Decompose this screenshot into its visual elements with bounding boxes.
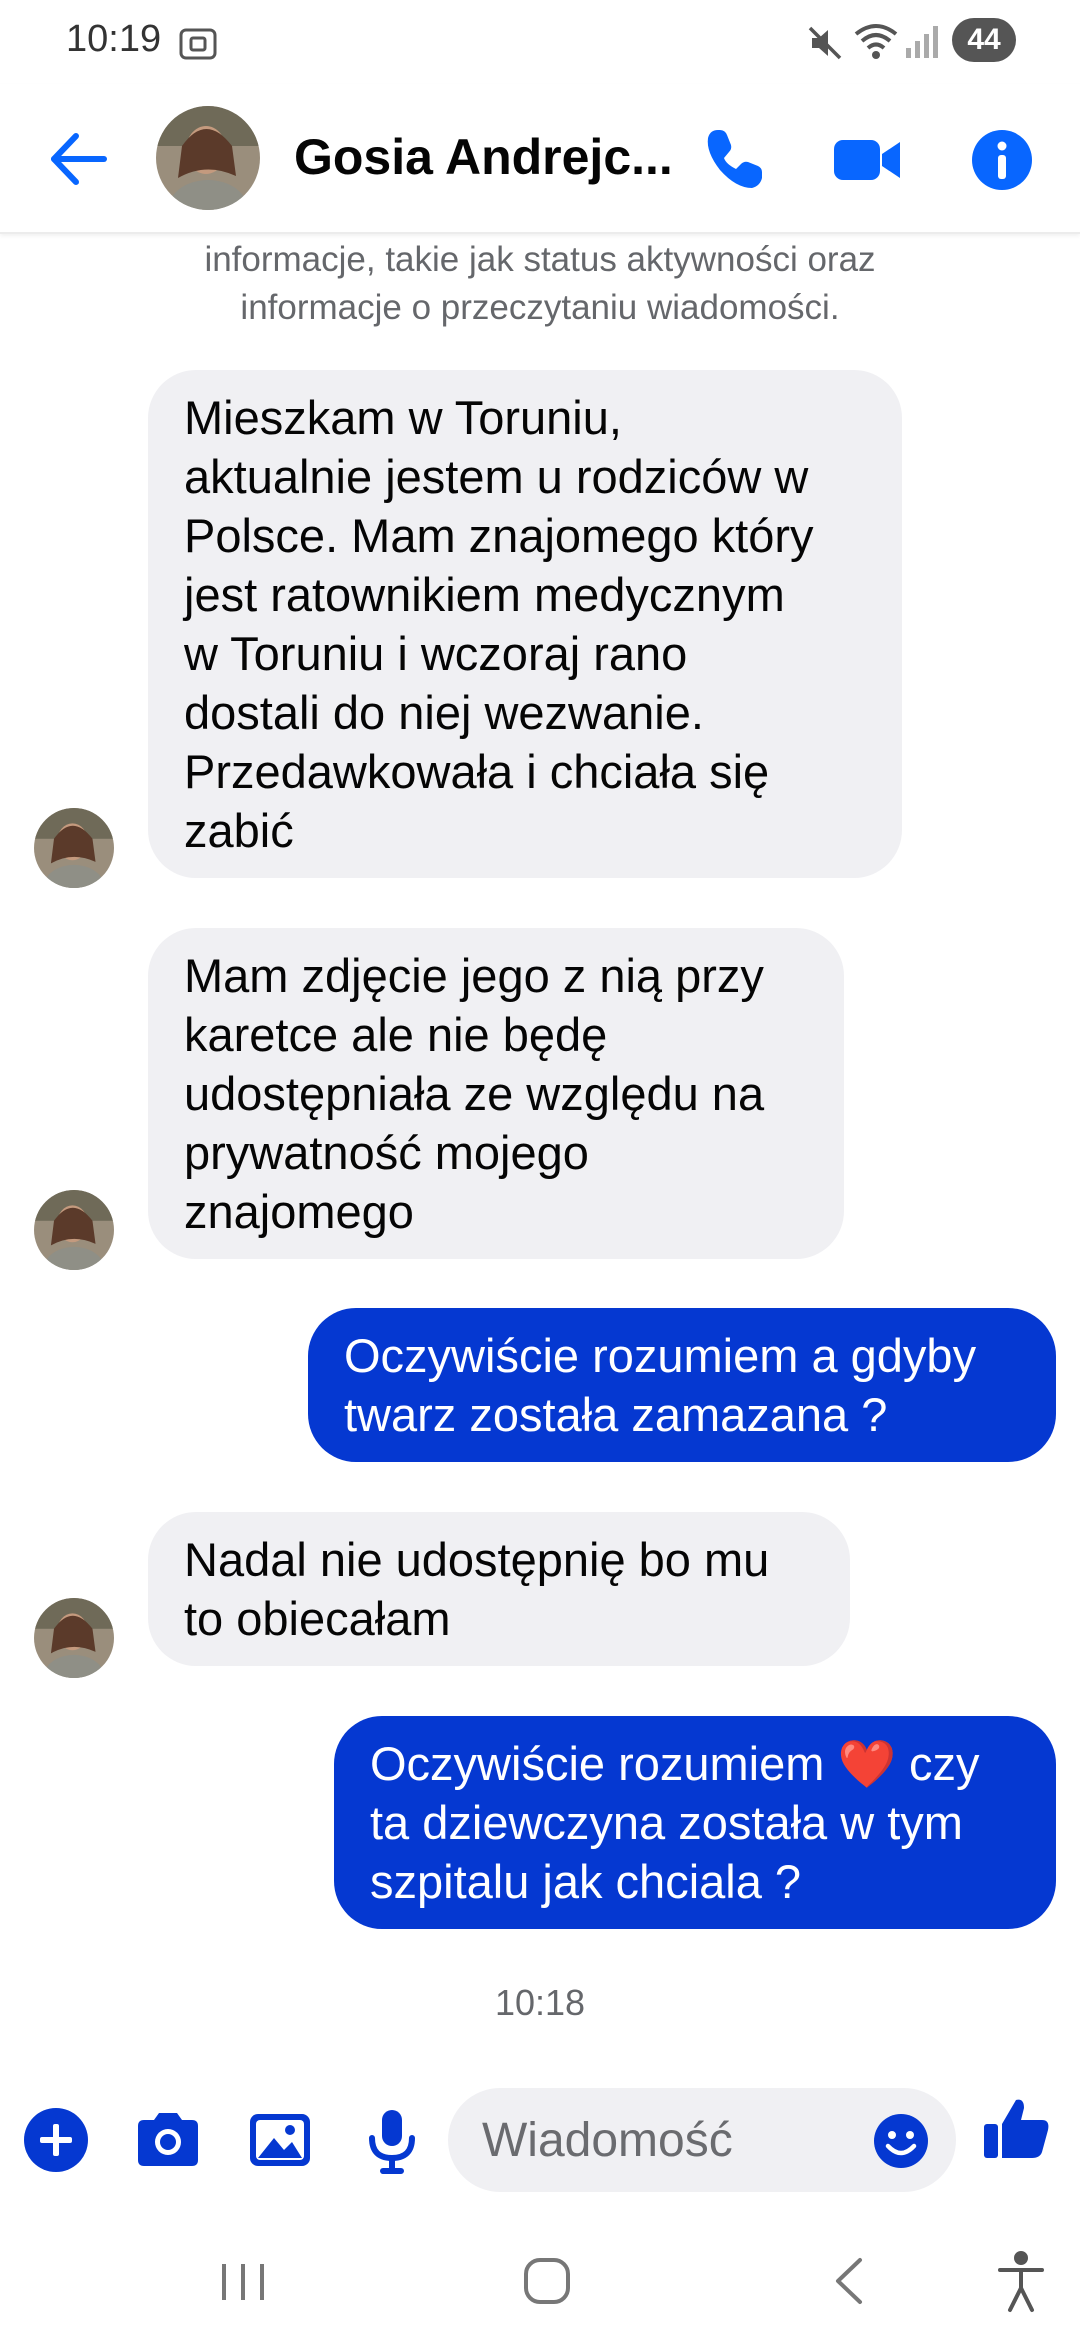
- gallery-button[interactable]: [240, 2100, 320, 2180]
- microphone-icon: [369, 2110, 415, 2174]
- message-timestamp: 10:18: [494, 1982, 586, 2023]
- contact-name[interactable]: Gosia Andrejc...: [294, 128, 674, 186]
- message-line: zabić: [184, 804, 294, 857]
- contact-avatar[interactable]: [156, 106, 260, 210]
- encryption-notice: informacje, takie jak status aktywności …: [204, 240, 876, 327]
- message-line: Mieszkam w Toruniu,: [184, 391, 622, 444]
- system-back-button[interactable]: [816, 2246, 886, 2316]
- recent-apps-icon: [222, 2264, 264, 2300]
- status-time: 10:19: [66, 18, 162, 60]
- image-icon: [250, 2114, 310, 2166]
- call-button[interactable]: [696, 122, 772, 198]
- back-button[interactable]: [44, 124, 114, 194]
- message-line: znajomego: [184, 1185, 414, 1238]
- message-bubble-incoming[interactable]: Mam zdjęcie jego z nią przy karetce ale …: [148, 928, 844, 1259]
- message-line: twarz została zamazana ?: [344, 1388, 888, 1441]
- message-line: to obiecałam: [184, 1592, 451, 1645]
- message-line: Polsce. Mam znajomego który: [184, 509, 814, 562]
- message-line: szpitalu jak chciala ?: [370, 1855, 802, 1908]
- status-bar: 10:19 44: [0, 0, 1080, 84]
- message-line: ta dziewczyna została w tym: [370, 1796, 963, 1849]
- message-line: jest ratownikiem medycznym: [184, 568, 785, 621]
- message-line: Oczywiście rozumiem a gdyby: [344, 1329, 977, 1382]
- message-line: Nadal nie udostępnię bo mu: [184, 1533, 770, 1586]
- info-button[interactable]: [964, 122, 1040, 198]
- accessibility-icon: [998, 2251, 1044, 2312]
- phone-icon: [707, 130, 762, 188]
- sender-avatar[interactable]: [34, 1190, 114, 1270]
- message-line: karetce ale nie będę: [184, 1008, 608, 1061]
- avatar-photo: [34, 808, 114, 888]
- accessibility-button[interactable]: [986, 2246, 1056, 2316]
- more-actions-button[interactable]: [16, 2100, 96, 2180]
- mute-icon: [808, 26, 842, 60]
- message-line: udostępniała ze względu na: [184, 1067, 765, 1120]
- avatar-photo: [34, 1190, 114, 1270]
- message-line: Oczywiście rozumiem ❤️ czy: [370, 1737, 980, 1790]
- battery-indicator: 44: [952, 18, 1016, 62]
- thumbs-up-icon: [984, 2099, 1049, 2158]
- system-navigation-bar: [0, 2210, 1080, 2340]
- conversation-header: Gosia Andrejc...: [0, 84, 1080, 234]
- message-line: aktualnie jestem u rodziców w: [184, 450, 809, 503]
- camera-button[interactable]: [128, 2100, 208, 2180]
- message-line: Przedawkowała i chciała się: [184, 745, 770, 798]
- sender-avatar[interactable]: [34, 808, 114, 888]
- smiley-icon: [874, 2114, 928, 2168]
- message-line: w Toruniu i wczoraj rano: [184, 627, 688, 680]
- signal-icon: [906, 26, 938, 58]
- message-list[interactable]: informacje, takie jak status aktywności …: [0, 236, 1080, 2066]
- avatar-photo: [34, 1598, 114, 1678]
- voice-message-button[interactable]: [352, 2100, 432, 2180]
- message-bubble-outgoing[interactable]: Oczywiście rozumiem a gdyby twarz został…: [308, 1308, 1056, 1462]
- message-bubble-incoming[interactable]: Mieszkam w Toruniu, aktualnie jestem u r…: [148, 370, 902, 878]
- plus-icon: [24, 2108, 88, 2172]
- video-camera-icon: [834, 140, 900, 180]
- sender-avatar[interactable]: [34, 1598, 114, 1678]
- wifi-icon: [854, 24, 898, 59]
- home-icon: [524, 2258, 570, 2304]
- message-bubble-incoming[interactable]: Nadal nie udostępnię bo mu to obiecałam: [148, 1512, 850, 1666]
- arrow-left-icon: [51, 133, 107, 185]
- info-icon: [972, 130, 1032, 190]
- chevron-left-icon: [836, 2258, 862, 2304]
- recent-apps-button[interactable]: [208, 2246, 278, 2316]
- emoji-button[interactable]: [872, 2112, 930, 2170]
- video-call-button[interactable]: [830, 122, 906, 198]
- camera-icon: [138, 2113, 198, 2166]
- message-bubble-outgoing[interactable]: Oczywiście rozumiem ❤️ czy ta dziewczyna…: [334, 1716, 1056, 1929]
- like-button[interactable]: [976, 2090, 1056, 2170]
- message-line: Mam zdjęcie jego z nią przy: [184, 949, 764, 1002]
- avatar-photo: [156, 106, 260, 210]
- message-line: prywatność mojego: [184, 1126, 589, 1179]
- message-composer: [0, 2070, 1080, 2210]
- message-line: dostali do niej wezwanie.: [184, 686, 704, 739]
- home-button[interactable]: [512, 2246, 582, 2316]
- screenshot-icon: [179, 28, 217, 60]
